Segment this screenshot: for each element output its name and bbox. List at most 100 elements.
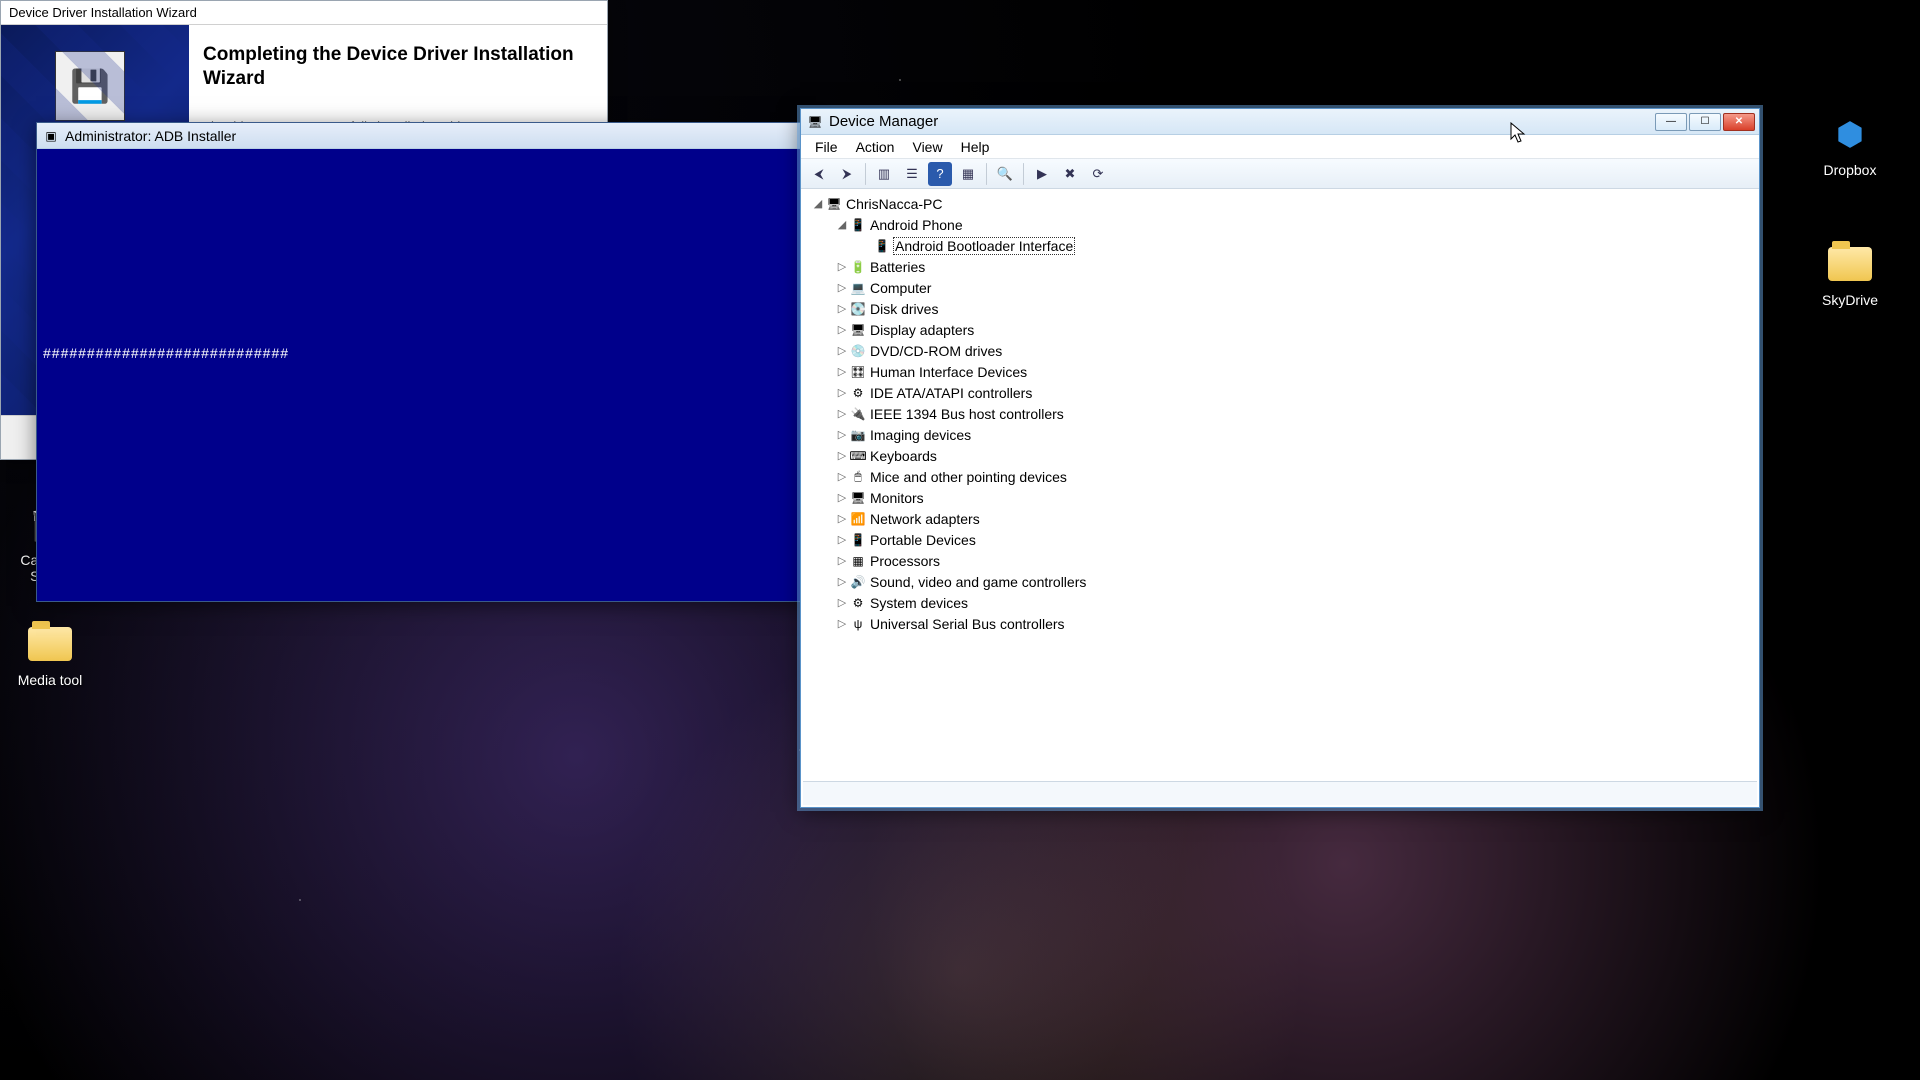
expand-icon[interactable]: ▷ — [835, 470, 849, 483]
refresh-icon[interactable]: ▦ — [956, 162, 980, 186]
collapse-icon[interactable]: ◢ — [835, 218, 849, 231]
category-label: Mice and other pointing devices — [870, 469, 1067, 485]
tree-category[interactable]: ▷🎛Human Interface Devices — [803, 361, 1757, 382]
expand-icon[interactable]: ▷ — [835, 554, 849, 567]
wizard-dialog-title: Device Driver Installation Wizard — [9, 5, 197, 20]
uninstall-icon[interactable]: ✖ — [1058, 162, 1082, 186]
desktop-icon-skydrive[interactable]: SkyDrive — [1810, 240, 1890, 308]
category-label: Keyboards — [870, 448, 937, 464]
devmgr-toolbar: ⮜ ⮞ ▥ ☰ ? ▦ 🔍 ▶ ✖ ⟳ — [801, 159, 1759, 189]
tree-category[interactable]: ▷🖥Display adapters — [803, 319, 1757, 340]
category-icon: ⚙ — [849, 595, 867, 611]
devmgr-menubar[interactable]: File Action View Help — [801, 135, 1759, 159]
phone-icon: 📱 — [849, 217, 867, 233]
category-icon: 🖥 — [849, 322, 867, 338]
category-label: IDE ATA/ATAPI controllers — [870, 385, 1032, 401]
category-label: Human Interface Devices — [870, 364, 1027, 380]
category-label: System devices — [870, 595, 968, 611]
menu-view[interactable]: View — [904, 137, 950, 157]
expand-icon[interactable]: ▷ — [835, 428, 849, 441]
update-driver-icon[interactable]: 🔍 — [993, 162, 1017, 186]
category-label: Disk drives — [870, 301, 938, 317]
category-label: Universal Serial Bus controllers — [870, 616, 1065, 632]
nav-back-icon[interactable]: ⮜ — [807, 162, 831, 186]
properties-icon[interactable]: ☰ — [900, 162, 924, 186]
expand-icon[interactable]: ▷ — [835, 512, 849, 525]
category-icon: 🖱 — [849, 469, 867, 485]
scan-hardware-icon[interactable]: ⟳ — [1086, 162, 1110, 186]
device-tree[interactable]: ◢ 🖥 ChrisNacca-PC ◢ 📱 Android Phone 📱 An… — [803, 191, 1757, 779]
category-label: DVD/CD-ROM drives — [870, 343, 1002, 359]
category-label: Monitors — [870, 490, 924, 506]
expand-icon[interactable]: ▷ — [835, 575, 849, 588]
tree-category[interactable]: ▷🔌IEEE 1394 Bus host controllers — [803, 403, 1757, 424]
desktop-icon-media-tool[interactable]: Media tool — [10, 620, 90, 688]
category-icon: 📷 — [849, 427, 867, 443]
adb-installer-window[interactable]: ▣ Administrator: ADB Installer #########… — [36, 122, 816, 602]
menu-help[interactable]: Help — [953, 137, 998, 157]
tree-category[interactable]: ▷ψUniversal Serial Bus controllers — [803, 613, 1757, 634]
expand-icon[interactable]: ▷ — [835, 596, 849, 609]
category-label: Network adapters — [870, 511, 980, 527]
expand-icon[interactable]: ▷ — [835, 617, 849, 630]
desktop-icon-dropbox[interactable]: ⬢ Dropbox — [1810, 110, 1890, 178]
nav-forward-icon[interactable]: ⮞ — [835, 162, 859, 186]
expand-icon[interactable]: ▷ — [835, 365, 849, 378]
driver-chip-icon: 💾 — [55, 51, 125, 121]
category-icon: ψ — [849, 616, 867, 632]
tree-category[interactable]: ▷📶Network adapters — [803, 508, 1757, 529]
tree-category[interactable]: ▷🔊Sound, video and game controllers — [803, 571, 1757, 592]
tree-category-android-phone[interactable]: ◢ 📱 Android Phone — [803, 214, 1757, 235]
tree-category[interactable]: ▷⚙System devices — [803, 592, 1757, 613]
category-label: Android Phone — [870, 217, 963, 233]
toolbar-separator — [865, 163, 866, 185]
tree-device-android-bootloader[interactable]: 📱 Android Bootloader Interface — [803, 235, 1757, 256]
device-manager-window[interactable]: 🖥 Device Manager — ☐ ✕ File Action View … — [800, 108, 1760, 808]
expand-icon[interactable]: ▷ — [835, 344, 849, 357]
category-icon: 📶 — [849, 511, 867, 527]
menu-file[interactable]: File — [807, 137, 846, 157]
enable-device-icon[interactable]: ▶ — [1030, 162, 1054, 186]
category-label: Display adapters — [870, 322, 974, 338]
expand-icon[interactable]: ▷ — [835, 533, 849, 546]
expand-icon[interactable]: ▷ — [835, 407, 849, 420]
tree-category[interactable]: ▷📷Imaging devices — [803, 424, 1757, 445]
wizard-titlebar[interactable]: Device Driver Installation Wizard — [1, 1, 607, 25]
devmgr-titlebar[interactable]: 🖥 Device Manager — ☐ ✕ — [801, 109, 1759, 135]
tree-category[interactable]: ▷💽Disk drives — [803, 298, 1757, 319]
folder-icon — [1826, 240, 1874, 288]
show-hide-console-icon[interactable]: ▥ — [872, 162, 896, 186]
tree-category[interactable]: ▷🖱Mice and other pointing devices — [803, 466, 1757, 487]
tree-category[interactable]: ▷⚙IDE ATA/ATAPI controllers — [803, 382, 1757, 403]
close-button[interactable]: ✕ — [1723, 113, 1755, 131]
maximize-button[interactable]: ☐ — [1689, 113, 1721, 131]
expand-icon[interactable]: ▷ — [835, 323, 849, 336]
minimize-button[interactable]: — — [1655, 113, 1687, 131]
device-label: Android Bootloader Interface — [894, 238, 1074, 254]
category-icon: ▦ — [849, 553, 867, 569]
tree-category[interactable]: ▷⌨Keyboards — [803, 445, 1757, 466]
expand-icon[interactable]: ▷ — [835, 491, 849, 504]
toolbar-separator — [1023, 163, 1024, 185]
collapse-icon[interactable]: ◢ — [811, 197, 825, 210]
category-icon: ⚙ — [849, 385, 867, 401]
tree-category[interactable]: ▷💻Computer — [803, 277, 1757, 298]
tree-category[interactable]: ▷💿DVD/CD-ROM drives — [803, 340, 1757, 361]
expand-icon[interactable]: ▷ — [835, 302, 849, 315]
category-label: IEEE 1394 Bus host controllers — [870, 406, 1064, 422]
devmgr-statusbar — [803, 781, 1757, 805]
tree-category[interactable]: ▷🔋Batteries — [803, 256, 1757, 277]
expand-icon[interactable]: ▷ — [835, 449, 849, 462]
menu-action[interactable]: Action — [848, 137, 903, 157]
expand-icon[interactable]: ▷ — [835, 281, 849, 294]
tree-category[interactable]: ▷▦Processors — [803, 550, 1757, 571]
tree-category[interactable]: ▷🖥Monitors — [803, 487, 1757, 508]
help-icon[interactable]: ? — [928, 162, 952, 186]
expand-icon[interactable]: ▷ — [835, 386, 849, 399]
tree-category[interactable]: ▷📱Portable Devices — [803, 529, 1757, 550]
category-icon: 💻 — [849, 280, 867, 296]
adb-titlebar[interactable]: ▣ Administrator: ADB Installer — [37, 123, 815, 149]
expand-icon[interactable]: ▷ — [835, 260, 849, 273]
devmgr-icon: 🖥 — [807, 114, 823, 130]
tree-root[interactable]: ◢ 🖥 ChrisNacca-PC — [803, 193, 1757, 214]
